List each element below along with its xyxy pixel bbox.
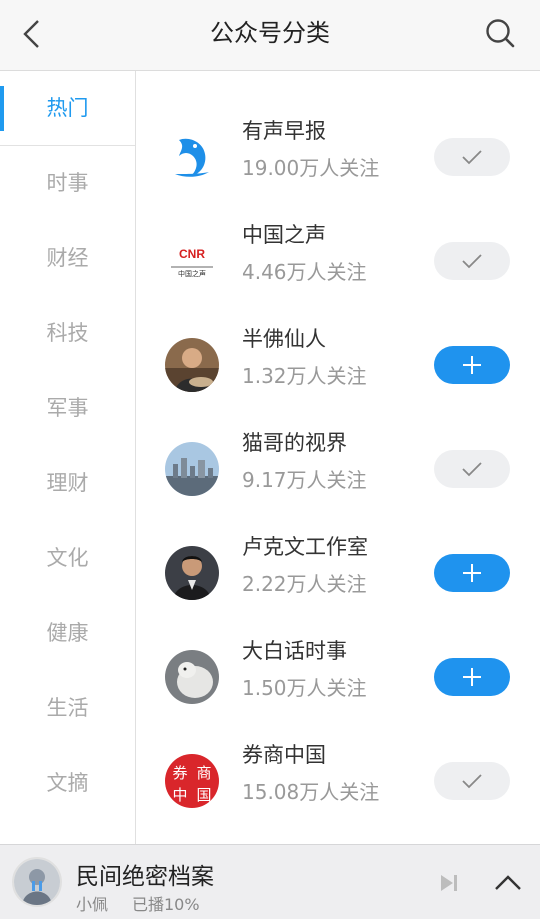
- follower-count: 1.32万人关注: [242, 364, 367, 388]
- album-cover-icon: [14, 859, 60, 905]
- account-row[interactable]: 猫哥的视界 9.17万人关注: [136, 419, 540, 523]
- avatar: [165, 130, 219, 184]
- category-tab-current-affairs[interactable]: 时事: [0, 146, 135, 221]
- seal-char: 商: [196, 764, 211, 782]
- follow-button[interactable]: [434, 346, 510, 384]
- category-sidebar: 热门 时事 财经 科技 军事 理财 文化 健康 生活 文摘: [0, 71, 136, 844]
- person-photo-icon: [165, 338, 219, 392]
- account-name: 中国之声: [242, 223, 326, 247]
- city-skyline-photo-icon: [165, 442, 219, 496]
- avatar: [165, 546, 219, 600]
- page-title: 公众号分类: [210, 19, 330, 47]
- follower-count: 4.46万人关注: [242, 260, 367, 284]
- account-name: 券商中国: [242, 743, 326, 767]
- account-list: 有声早报 19.00万人关注 CNR 中国之声 中国之声 4.46万人关注 半佛…: [136, 71, 540, 844]
- account-name: 卢克文工作室: [242, 535, 368, 559]
- follower-count: 2.22万人关注: [242, 572, 367, 596]
- account-row[interactable]: 有声早报 19.00万人关注: [136, 107, 540, 211]
- expand-player-button[interactable]: [490, 867, 526, 899]
- account-name: 猫哥的视界: [242, 431, 347, 455]
- account-row[interactable]: 券 商 中 国 券商中国 15.08万人关注: [136, 731, 540, 835]
- check-icon: [462, 462, 482, 477]
- followed-button[interactable]: [434, 450, 510, 488]
- plus-icon: [463, 356, 481, 374]
- plus-icon: [463, 564, 481, 582]
- seal-char: 券: [172, 764, 187, 782]
- category-tab-life[interactable]: 生活: [0, 671, 135, 746]
- white-animal-photo-icon: [165, 650, 219, 704]
- chevron-up-icon: [495, 875, 521, 890]
- category-tab-digest[interactable]: 文摘: [0, 746, 135, 821]
- category-tab-hot[interactable]: 热门: [0, 71, 135, 146]
- now-playing-title: 民间绝密档案: [76, 864, 214, 890]
- blue-dolphin-logo-icon: [165, 130, 219, 184]
- account-row[interactable]: CNR 中国之声 中国之声 4.46万人关注: [136, 211, 540, 315]
- follow-button[interactable]: [434, 554, 510, 592]
- top-bar: 公众号分类: [0, 0, 540, 71]
- cnr-logo-subtext: 中国之声: [178, 269, 206, 278]
- account-name: 有声早报: [242, 119, 326, 143]
- follower-count: 19.00万人关注: [242, 156, 380, 180]
- avatar: [165, 338, 219, 392]
- avatar: CNR 中国之声: [165, 234, 219, 288]
- plus-icon: [463, 668, 481, 686]
- red-seal-logo-icon: 券 商 中 国: [165, 754, 219, 808]
- category-tab-health[interactable]: 健康: [0, 596, 135, 671]
- followed-button[interactable]: [434, 138, 510, 176]
- category-tab-wealth[interactable]: 理财: [0, 446, 135, 521]
- play-progress-text: 已播10%: [132, 895, 200, 914]
- category-tab-tech[interactable]: 科技: [0, 296, 135, 371]
- mini-player[interactable]: 民间绝密档案 小佩 已播10%: [0, 844, 540, 919]
- cnr-logo-icon: CNR 中国之声: [165, 234, 219, 288]
- follower-count: 1.50万人关注: [242, 676, 367, 700]
- check-icon: [462, 254, 482, 269]
- next-track-button[interactable]: [434, 869, 464, 897]
- seal-char: 国: [196, 786, 211, 804]
- cnr-logo-text: CNR: [179, 247, 205, 261]
- account-row[interactable]: 半佛仙人 1.32万人关注: [136, 315, 540, 419]
- follower-count: 15.08万人关注: [242, 780, 380, 804]
- follow-button[interactable]: [434, 658, 510, 696]
- followed-button[interactable]: [434, 762, 510, 800]
- account-row[interactable]: 大白话时事 1.50万人关注: [136, 627, 540, 731]
- avatar: [165, 442, 219, 496]
- skip-next-icon: [441, 875, 457, 891]
- category-tab-culture[interactable]: 文化: [0, 521, 135, 596]
- follower-count: 9.17万人关注: [242, 468, 367, 492]
- category-tab-military[interactable]: 军事: [0, 371, 135, 446]
- person-photo-icon: [165, 546, 219, 600]
- album-cover[interactable]: [12, 857, 62, 907]
- category-tab-finance[interactable]: 财经: [0, 221, 135, 296]
- search-icon: [486, 19, 515, 48]
- avatar: 券 商 中 国: [165, 754, 219, 808]
- now-playing-author: 小佩: [76, 895, 109, 914]
- account-name: 半佛仙人: [242, 327, 326, 351]
- account-name: 大白话时事: [242, 639, 347, 663]
- avatar: [165, 650, 219, 704]
- check-icon: [462, 150, 482, 165]
- followed-button[interactable]: [434, 242, 510, 280]
- check-icon: [462, 774, 482, 789]
- search-button[interactable]: [482, 15, 518, 51]
- account-row[interactable]: 卢克文工作室 2.22万人关注: [136, 523, 540, 627]
- seal-char: 中: [172, 786, 187, 804]
